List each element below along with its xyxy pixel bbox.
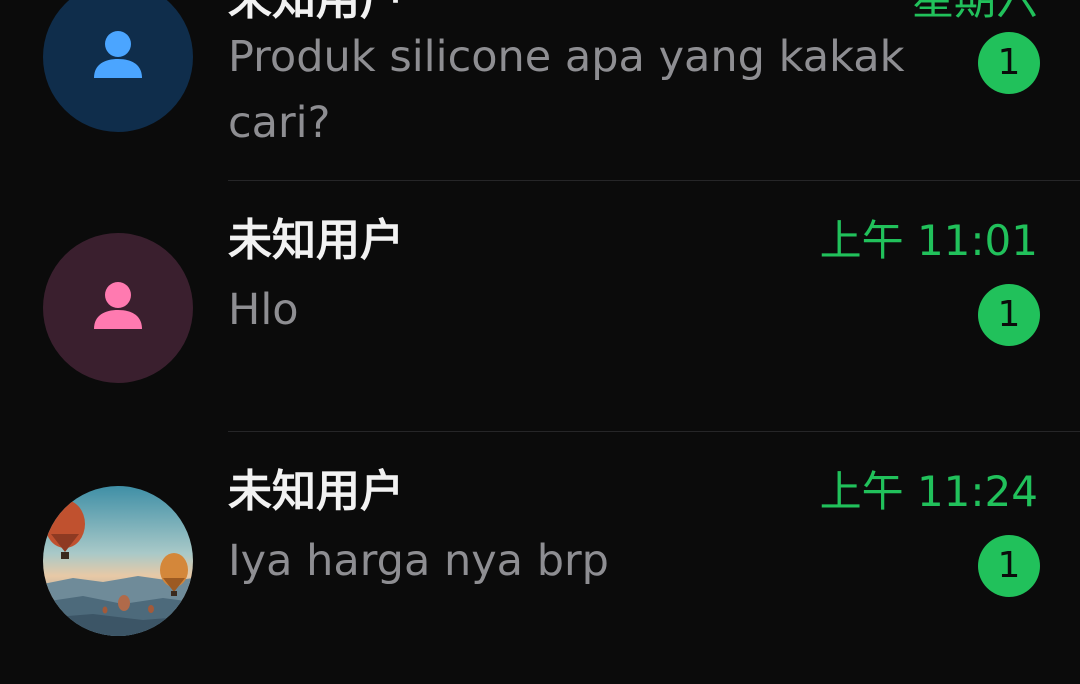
unread-badge: 1 <box>978 284 1040 346</box>
message-preview: Produk silicone apa yang kakak cari? <box>228 32 905 148</box>
contact-name: 未知用户 <box>228 215 404 266</box>
unread-badge: 1 <box>978 32 1040 94</box>
message-time: 上午 11:24 <box>819 467 1038 516</box>
avatar[interactable] <box>43 486 193 636</box>
chat-list: 未知用户 星期六 Produk silicone apa yang kakak … <box>0 0 1080 669</box>
message-preview: Hlo <box>228 285 299 335</box>
chat-row[interactable]: 未知用户 星期六 Produk silicone apa yang kakak … <box>0 0 1080 180</box>
blue-person-icon <box>94 31 142 78</box>
contact-name: 未知用户 <box>228 0 404 26</box>
unread-badge: 1 <box>978 535 1040 597</box>
message-preview: Iya harga nya brp <box>228 536 609 586</box>
hot-air-balloon-photo <box>43 486 193 636</box>
pink-person-icon <box>94 282 142 329</box>
chat-row[interactable]: 未知用户 上午 11:24 Iya harga nya brp 1 <box>0 432 1080 684</box>
message-time: 星期六 <box>912 0 1038 26</box>
avatar[interactable] <box>43 0 193 132</box>
avatar[interactable] <box>43 233 193 383</box>
message-time: 上午 11:01 <box>819 216 1038 265</box>
chat-row[interactable]: 未知用户 上午 11:01 Hlo 1 <box>0 181 1080 433</box>
contact-name: 未知用户 <box>228 466 404 517</box>
